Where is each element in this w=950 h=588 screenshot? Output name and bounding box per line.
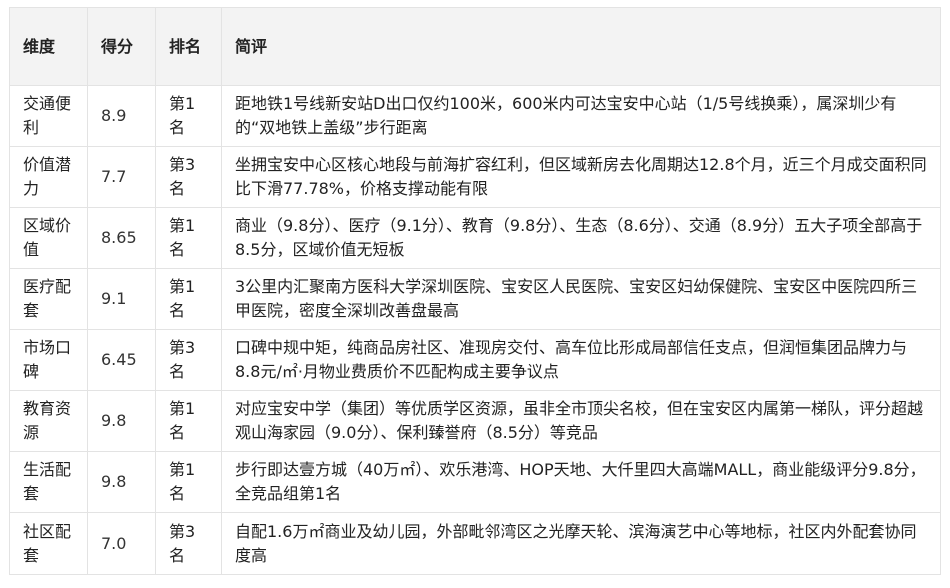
table-row: 医疗配套 9.1 第1名 3公里内汇聚南方医科大学深圳医院、宝安区人民医院、宝安…: [9, 268, 941, 330]
score-cell: 6.45: [87, 329, 156, 391]
rank-cell: 第1名: [155, 207, 222, 269]
score-cell: 8.65: [87, 207, 156, 269]
comment-cell: 坐拥宝安中心区核心地段与前海扩容红利，但区域新房去化周期达12.8个月，近三个月…: [221, 146, 941, 208]
comment-cell: 自配1.6万㎡商业及幼儿园，外部毗邻湾区之光摩天轮、滨海演艺中心等地标，社区内外…: [221, 512, 941, 575]
table-row: 价值潜力 7.7 第3名 坐拥宝安中心区核心地段与前海扩容红利，但区域新房去化周…: [9, 146, 941, 208]
table-body: 交通便利 8.9 第1名 距地铁1号线新安站D出口仅约100米，600米内可达宝…: [9, 85, 941, 575]
rank-cell: 第1名: [155, 390, 222, 452]
table-row: 区域价值 8.65 第1名 商业（9.8分）、医疗（9.1分）、教育（9.8分）…: [9, 207, 941, 269]
score-cell: 9.8: [87, 451, 156, 513]
table-row: 生活配套 9.8 第1名 步行即达壹方城（40万㎡）、欢乐港湾、HOP天地、大仟…: [9, 451, 941, 513]
dimension-cell: 生活配套: [9, 451, 88, 513]
score-cell: 9.1: [87, 268, 156, 330]
header-dimension: 维度: [9, 7, 88, 86]
dimension-cell: 价值潜力: [9, 146, 88, 208]
score-cell: 8.9: [87, 85, 156, 147]
score-cell: 7.7: [87, 146, 156, 208]
header-score: 得分: [87, 7, 156, 86]
table-row: 市场口碑 6.45 第3名 口碑中规中矩，纯商品房社区、准现房交付、高车位比形成…: [9, 329, 941, 391]
table-row: 教育资源 9.8 第1名 对应宝安中学（集团）等优质学区资源，虽非全市顶尖名校，…: [9, 390, 941, 452]
comment-cell: 距地铁1号线新安站D出口仅约100米，600米内可达宝安中心站（1/5号线换乘）…: [221, 85, 941, 147]
rank-cell: 第3名: [155, 512, 222, 575]
table-row: 交通便利 8.9 第1名 距地铁1号线新安站D出口仅约100米，600米内可达宝…: [9, 85, 941, 147]
dimension-cell: 交通便利: [9, 85, 88, 147]
evaluation-table-container: 维度 得分 排名 简评 交通便利 8.9 第1名 距地铁1号线新安站D出口仅约1…: [9, 7, 941, 575]
rank-cell: 第1名: [155, 268, 222, 330]
dimension-cell: 社区配套: [9, 512, 88, 575]
header-comment: 简评: [221, 7, 941, 86]
rank-cell: 第3名: [155, 329, 222, 391]
comment-cell: 3公里内汇聚南方医科大学深圳医院、宝安区人民医院、宝安区妇幼保健院、宝安区中医院…: [221, 268, 941, 330]
dimension-cell: 区域价值: [9, 207, 88, 269]
dimension-cell: 医疗配套: [9, 268, 88, 330]
evaluation-table: 维度 得分 排名 简评 交通便利 8.9 第1名 距地铁1号线新安站D出口仅约1…: [9, 7, 941, 575]
rank-cell: 第1名: [155, 451, 222, 513]
comment-cell: 对应宝安中学（集团）等优质学区资源，虽非全市顶尖名校，但在宝安区内属第一梯队，评…: [221, 390, 941, 452]
header-row: 维度 得分 排名 简评: [9, 7, 941, 86]
comment-cell: 商业（9.8分）、医疗（9.1分）、教育（9.8分）、生态（8.6分）、交通（8…: [221, 207, 941, 269]
header-rank: 排名: [155, 7, 222, 86]
table-header: 维度 得分 排名 简评: [9, 7, 941, 86]
dimension-cell: 市场口碑: [9, 329, 88, 391]
score-cell: 9.8: [87, 390, 156, 452]
comment-cell: 口碑中规中矩，纯商品房社区、准现房交付、高车位比形成局部信任支点，但润恒集团品牌…: [221, 329, 941, 391]
table-row: 社区配套 7.0 第3名 自配1.6万㎡商业及幼儿园，外部毗邻湾区之光摩天轮、滨…: [9, 512, 941, 575]
dimension-cell: 教育资源: [9, 390, 88, 452]
rank-cell: 第3名: [155, 146, 222, 208]
comment-cell: 步行即达壹方城（40万㎡）、欢乐港湾、HOP天地、大仟里四大高端MALL，商业能…: [221, 451, 941, 513]
score-cell: 7.0: [87, 512, 156, 575]
rank-cell: 第1名: [155, 85, 222, 147]
